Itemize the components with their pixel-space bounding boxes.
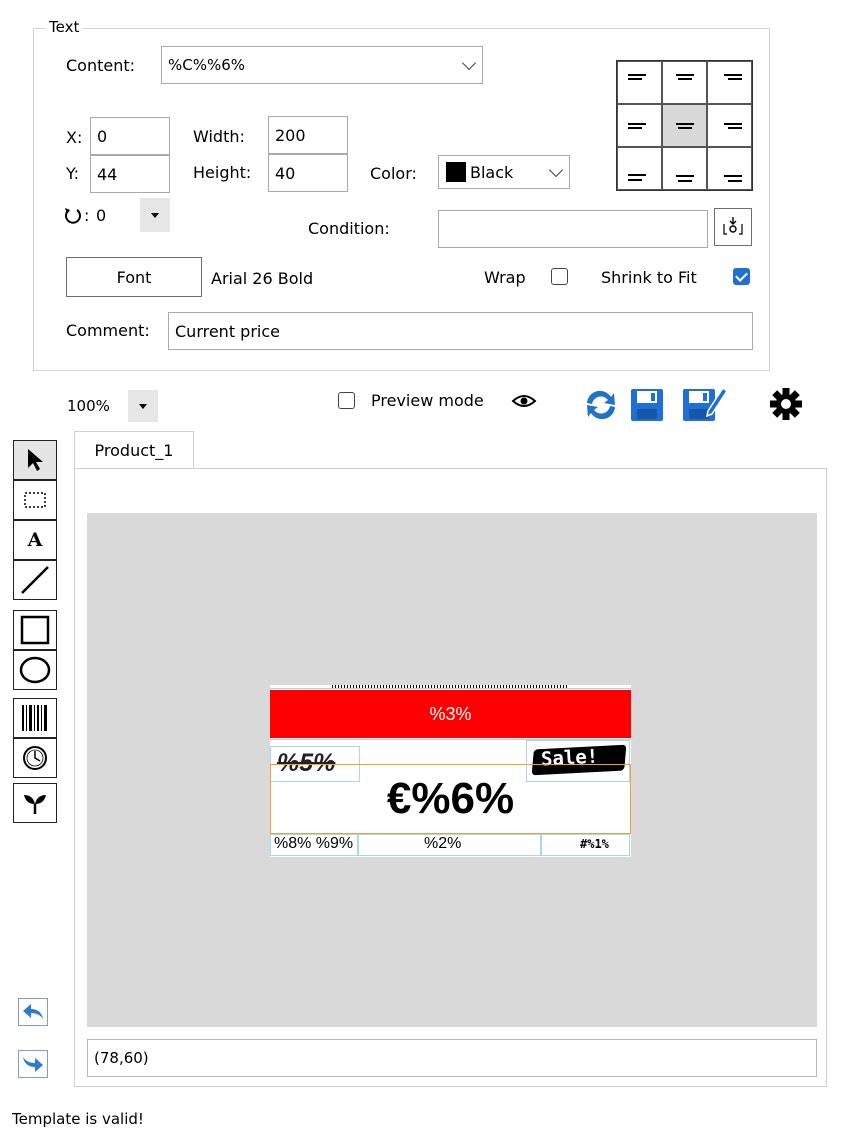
price-field-selected[interactable]: €%6% [270, 764, 631, 834]
refresh-icon [587, 390, 615, 420]
save-as-icon [683, 386, 729, 421]
coordinates-field: (78,60) [87, 1039, 817, 1077]
selection-rectangle-icon [24, 492, 46, 508]
save-icon [631, 389, 663, 421]
undo-icon [23, 1004, 43, 1019]
wrap-checkbox[interactable] [551, 268, 568, 285]
pointer-icon [28, 449, 43, 471]
rectangle-icon [20, 615, 50, 645]
comment-value: Current price [175, 321, 280, 341]
wrap-label: Wrap [484, 268, 526, 287]
height-value: 40 [275, 163, 296, 183]
banner-field[interactable]: %3% [270, 690, 631, 738]
alignment-grid [616, 60, 753, 191]
label-preview: %3% %5% Sale! €%6% %8% %9% %2% #%1% [270, 685, 631, 857]
height-label: Height: [193, 163, 252, 182]
footer-left-text[interactable]: %8% %9% [274, 835, 353, 853]
price-text: €%6% [386, 774, 515, 823]
font-button[interactable]: Font [66, 257, 202, 297]
condition-field[interactable] [438, 210, 708, 248]
x-field[interactable]: 0 [90, 117, 170, 155]
rotation-value: 0 [96, 206, 107, 225]
height-field[interactable]: 40 [268, 154, 348, 192]
color-label: Color: [370, 164, 417, 183]
clock-tool[interactable] [13, 738, 57, 778]
content-label: Content: [66, 56, 136, 75]
color-swatch [446, 162, 466, 182]
footer-right-text[interactable]: #%1% [580, 837, 609, 851]
leaf-icon [24, 795, 46, 814]
condition-label: Condition: [308, 219, 390, 238]
shrink-to-fit-label: Shrink to Fit [601, 268, 697, 287]
x-value: 0 [97, 126, 108, 146]
color-combo[interactable]: Black [438, 155, 570, 189]
caret-down-icon [139, 403, 147, 409]
width-value: 200 [275, 125, 306, 145]
line-tool[interactable] [13, 560, 57, 600]
condition-icon [723, 217, 743, 235]
line-icon [21, 566, 49, 594]
rectangle-tool[interactable] [13, 610, 57, 650]
font-value: Arial 26 Bold [211, 269, 314, 288]
refresh-button[interactable] [581, 387, 621, 423]
barcode-icon [22, 705, 47, 731]
x-label: X: [66, 128, 83, 147]
content-combo[interactable]: %C%%6% [161, 46, 483, 84]
align-bottom-left[interactable] [617, 147, 662, 190]
barcode-tool[interactable] [13, 698, 57, 738]
text-tool[interactable]: A [13, 520, 57, 560]
align-middle-right[interactable] [707, 104, 752, 147]
color-value: Black [470, 162, 514, 182]
width-label: Width: [193, 127, 245, 146]
preview-mode-label: Preview mode [371, 391, 484, 410]
pointer-tool[interactable] [13, 440, 57, 480]
align-top-right[interactable] [707, 61, 752, 104]
save-as-button[interactable] [682, 385, 729, 423]
zoom-value: 100% [67, 397, 110, 415]
redo-icon [23, 1057, 43, 1072]
shrink-to-fit-checkbox[interactable] [733, 268, 750, 285]
width-field[interactable]: 200 [268, 116, 348, 154]
clock-icon [23, 746, 47, 770]
rotation-dropdown[interactable] [140, 198, 170, 232]
y-label: Y: [66, 164, 80, 183]
comment-field[interactable]: Current price [168, 312, 753, 350]
status-message: Template is valid! [12, 1110, 144, 1128]
footer-mid-text[interactable]: %2% [424, 835, 461, 853]
redo-button[interactable] [18, 1050, 48, 1078]
rotate-icon [62, 205, 84, 227]
chevron-down-icon[interactable] [548, 162, 564, 178]
plant-tool[interactable] [13, 783, 57, 823]
gear-icon [770, 388, 802, 420]
eye-icon [510, 391, 538, 411]
ellipse-tool[interactable] [13, 650, 57, 690]
banner-text: %3% [429, 703, 472, 724]
y-value: 44 [97, 164, 118, 184]
align-bottom-center[interactable] [662, 147, 707, 190]
save-button[interactable] [630, 387, 664, 423]
align-bottom-right[interactable] [707, 147, 752, 190]
chevron-down-icon[interactable] [461, 55, 477, 71]
ellipse-icon [19, 656, 51, 684]
undo-button[interactable] [18, 998, 48, 1026]
text-icon: A [27, 529, 43, 551]
align-top-center[interactable] [662, 61, 707, 104]
settings-button[interactable] [768, 386, 804, 422]
align-middle-left[interactable] [617, 104, 662, 147]
condition-builder-button[interactable] [714, 208, 752, 246]
group-title: Text [46, 18, 83, 36]
align-top-left[interactable] [617, 61, 662, 104]
y-field[interactable]: 44 [90, 155, 170, 193]
caret-down-icon [151, 212, 159, 218]
content-value: %C%%6% [168, 56, 246, 74]
comment-label: Comment: [66, 321, 150, 340]
tab-product-1[interactable]: Product_1 [74, 431, 194, 469]
select-rect-tool[interactable] [13, 480, 57, 520]
preview-mode-checkbox[interactable] [338, 392, 355, 409]
zoom-dropdown[interactable] [128, 390, 158, 422]
align-middle-center[interactable] [662, 104, 707, 147]
